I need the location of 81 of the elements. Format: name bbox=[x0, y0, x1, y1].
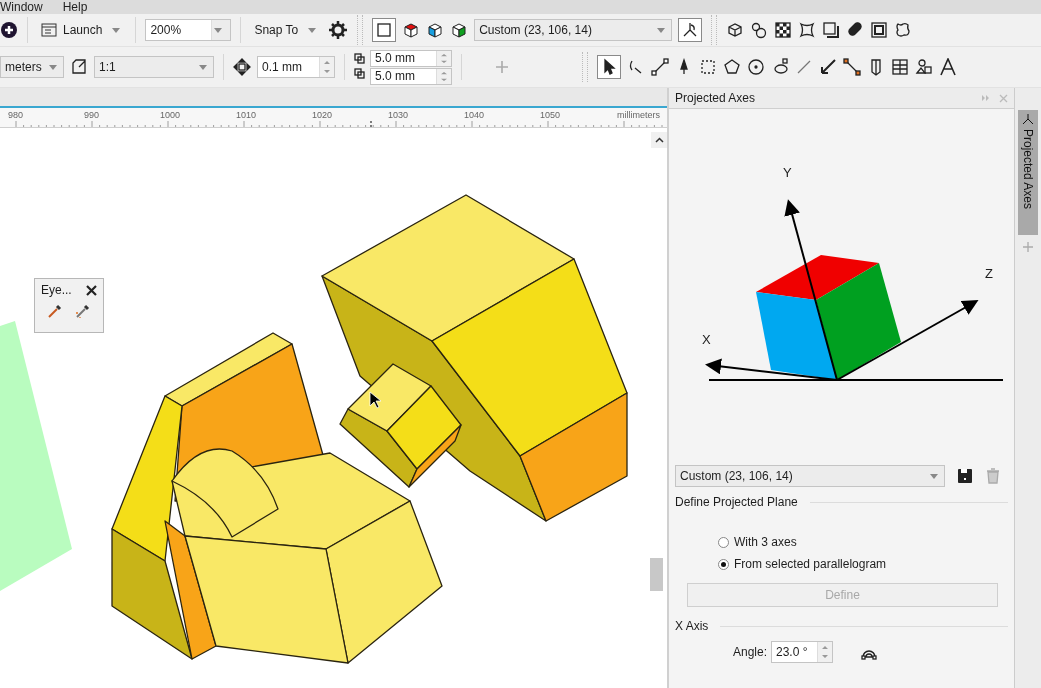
contour-icon[interactable] bbox=[870, 21, 889, 39]
radio-icon[interactable] bbox=[718, 536, 729, 548]
duplicate-y-icon[interactable] bbox=[354, 67, 368, 82]
menu-item[interactable]: Window bbox=[0, 0, 43, 14]
curve-icon[interactable] bbox=[771, 58, 789, 76]
ruler-label: 980 bbox=[8, 110, 24, 120]
axis-label: Z bbox=[985, 266, 993, 281]
ruler-label: 1040 bbox=[464, 110, 485, 120]
arrow-line-icon[interactable] bbox=[819, 58, 837, 76]
caret-icon[interactable] bbox=[657, 27, 666, 33]
caret-icon[interactable] bbox=[930, 473, 938, 479]
duplicate-x-field[interactable]: 5.0 mm bbox=[370, 49, 452, 67]
ruler-label: 1000 bbox=[160, 110, 181, 120]
caret-icon[interactable] bbox=[214, 27, 223, 33]
cube-icon[interactable] bbox=[402, 21, 421, 39]
units-combo[interactable]: meters bbox=[0, 56, 64, 78]
ruler-label: 1050 bbox=[540, 110, 561, 120]
scrollbar-thumb[interactable] bbox=[650, 558, 663, 591]
docker-title: Projected Axes bbox=[675, 91, 756, 105]
field-label: Angle: bbox=[731, 645, 767, 659]
close-icon[interactable] bbox=[86, 284, 97, 296]
move-icon[interactable] bbox=[233, 58, 251, 76]
cube-icon[interactable] bbox=[450, 21, 469, 39]
shadow-icon[interactable] bbox=[822, 21, 841, 39]
caret-icon[interactable] bbox=[49, 64, 57, 70]
snap-to-button[interactable]: Snap To bbox=[250, 18, 303, 42]
window-icon bbox=[41, 23, 57, 37]
shapes-icon[interactable] bbox=[915, 58, 933, 76]
caret-icon[interactable] bbox=[112, 27, 121, 33]
axis-label: X bbox=[702, 332, 711, 347]
docker-tab[interactable]: Projected Axes bbox=[1018, 110, 1038, 235]
eyedropper-icon[interactable] bbox=[75, 303, 91, 319]
dimension-icon[interactable] bbox=[795, 58, 813, 76]
caret-icon[interactable] bbox=[308, 27, 317, 33]
preset-combo[interactable]: Custom (23, 106, 14) bbox=[675, 465, 945, 487]
table-icon[interactable] bbox=[891, 58, 909, 76]
ruler-label: 1030 bbox=[388, 110, 409, 120]
angle-field[interactable]: 23.0 ° bbox=[771, 641, 833, 663]
scroll-up-button[interactable] bbox=[651, 132, 667, 148]
radio-option[interactable]: With 3 axes bbox=[718, 535, 1008, 549]
settings-icon[interactable] bbox=[328, 20, 349, 40]
blend-icon[interactable] bbox=[750, 21, 769, 39]
ruler-label: 1010 bbox=[236, 110, 257, 120]
eyedropper-icon[interactable] bbox=[47, 303, 63, 319]
launch-button[interactable]: Launch bbox=[37, 18, 107, 42]
preset-combo[interactable]: Custom (23, 106, 14) bbox=[474, 19, 673, 41]
cube-icon[interactable] bbox=[426, 21, 445, 39]
ruler-label: 1020 bbox=[312, 110, 333, 120]
axis-label: Y bbox=[783, 165, 792, 180]
toolbar-title: Eye... bbox=[41, 283, 72, 297]
pill-icon[interactable] bbox=[846, 21, 865, 39]
section-title: X Axis bbox=[675, 619, 709, 633]
menu-item[interactable]: Help bbox=[62, 0, 88, 14]
text-tool-icon[interactable] bbox=[939, 58, 957, 76]
nudge-field[interactable]: 0.1 mm bbox=[257, 56, 335, 78]
zoom-combo[interactable]: 200% bbox=[145, 19, 232, 41]
duplicate-x-icon[interactable] bbox=[354, 52, 368, 67]
connector-icon[interactable] bbox=[843, 58, 861, 76]
ellipse-icon[interactable] bbox=[747, 58, 765, 76]
duplicate-y-field[interactable]: 5.0 mm bbox=[370, 67, 452, 85]
crop-line-icon[interactable] bbox=[651, 58, 669, 76]
polygon-icon[interactable] bbox=[723, 58, 741, 76]
chevron-up-icon[interactable] bbox=[654, 137, 664, 143]
caret-icon[interactable] bbox=[199, 64, 207, 70]
scale-combo[interactable]: 1:1 bbox=[94, 56, 214, 78]
cursor-icon bbox=[369, 391, 381, 409]
axes-icon bbox=[1022, 113, 1034, 125]
envelope-distort-icon[interactable] bbox=[798, 21, 817, 39]
radio-option[interactable]: From selected parallelogram bbox=[718, 557, 1008, 571]
save-icon[interactable] bbox=[957, 468, 973, 484]
square-icon[interactable] bbox=[377, 23, 392, 37]
section-title: Define Projected Plane bbox=[675, 495, 798, 509]
ruler-label: 990 bbox=[84, 110, 100, 120]
app-icon[interactable] bbox=[0, 21, 18, 39]
cube-outline-icon[interactable] bbox=[726, 21, 745, 39]
blob-icon[interactable] bbox=[894, 21, 913, 39]
page-icon[interactable] bbox=[70, 58, 88, 76]
radio-icon[interactable] bbox=[718, 558, 729, 570]
rectangle-icon[interactable] bbox=[699, 58, 717, 76]
ruler-unit: millimeters bbox=[617, 110, 660, 120]
checker-icon[interactable] bbox=[774, 21, 793, 39]
